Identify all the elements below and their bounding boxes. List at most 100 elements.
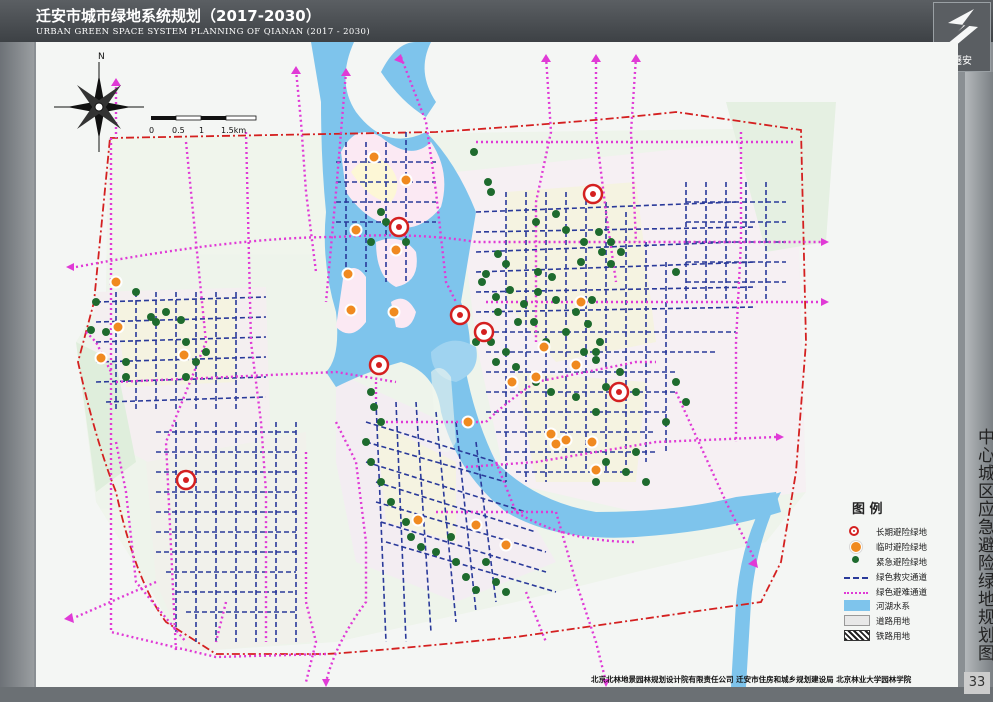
emergency-shelter-marker bbox=[602, 383, 610, 391]
page-title: 迁安市城市绿地系统规划（2017-2030） bbox=[36, 7, 321, 25]
legend-row-rail: 铁路用地 bbox=[844, 629, 956, 644]
legend-label-water: 河湖水系 bbox=[876, 602, 911, 613]
map-legend: 图 例 长期避险绿地 临时避险绿地 紧急避险绿地 绿色救灾通道 绿色避难通道 河… bbox=[844, 498, 956, 643]
emergency-shelter-marker bbox=[580, 238, 588, 246]
legend-label-temporary: 临时避险绿地 bbox=[876, 543, 928, 554]
emergency-shelter-marker bbox=[487, 188, 495, 196]
temporary-shelter-marker bbox=[344, 303, 358, 317]
emergency-shelter-marker bbox=[478, 278, 486, 286]
map-side-title: 中心城区应急避险绿地规划图 bbox=[974, 428, 993, 662]
emergency-shelter-marker bbox=[602, 458, 610, 466]
temporary-shelter-marker bbox=[389, 243, 403, 257]
temporary-shelter-marker bbox=[469, 518, 483, 532]
legend-row-emergency: 紧急避险绿地 bbox=[844, 555, 956, 570]
emergency-shelter-marker bbox=[377, 478, 385, 486]
temporary-shelter-marker bbox=[111, 320, 125, 334]
scale-tick-2: 1 bbox=[199, 126, 204, 135]
scale-tick-3: 1.5km bbox=[221, 126, 246, 135]
long-term-shelter-marker bbox=[582, 183, 604, 205]
emergency-shelter-marker bbox=[362, 438, 370, 446]
emergency-shelter-marker bbox=[494, 308, 502, 316]
emergency-shelter-marker bbox=[202, 348, 210, 356]
temporary-shelter-marker bbox=[341, 267, 355, 281]
emergency-shelter-marker bbox=[452, 558, 460, 566]
temporary-shelter-marker bbox=[569, 358, 583, 372]
legend-label-rescue: 绿色救灾通道 bbox=[876, 572, 928, 583]
emergency-shelter-marker bbox=[367, 388, 375, 396]
emergency-shelter-marker bbox=[682, 398, 690, 406]
temporary-shelter-marker bbox=[177, 348, 191, 362]
water-swatch bbox=[844, 600, 870, 612]
emergency-shelter-marker bbox=[482, 558, 490, 566]
emergency-shelter-marker bbox=[502, 348, 510, 356]
emergency-shelter-icon bbox=[852, 555, 859, 563]
legend-label-emergency: 紧急避险绿地 bbox=[876, 557, 928, 568]
left-decor-strip bbox=[0, 42, 34, 687]
emergency-shelter-marker bbox=[547, 388, 555, 396]
emergency-shelter-marker bbox=[552, 296, 560, 304]
page-number: 33 bbox=[964, 672, 990, 694]
long-term-shelter-marker bbox=[175, 469, 197, 491]
emergency-shelter-marker bbox=[662, 418, 670, 426]
temporary-shelter-marker bbox=[367, 150, 381, 164]
emergency-shelter-marker bbox=[407, 533, 415, 541]
temporary-shelter-marker bbox=[559, 433, 573, 447]
emergency-shelter-marker bbox=[607, 260, 615, 268]
legend-label-evacuation: 绿色避难通道 bbox=[876, 587, 928, 598]
emergency-shelter-marker bbox=[482, 270, 490, 278]
emergency-shelter-marker bbox=[502, 588, 510, 596]
emergency-shelter-marker bbox=[502, 260, 510, 268]
emergency-shelter-marker bbox=[632, 448, 640, 456]
emergency-shelter-marker bbox=[592, 478, 600, 486]
long-term-shelter-marker bbox=[449, 304, 471, 326]
evacuation-route-line bbox=[844, 591, 868, 594]
legend-row-water: 河湖水系 bbox=[844, 599, 956, 614]
temporary-shelter-marker bbox=[387, 305, 401, 319]
emergency-shelter-marker bbox=[494, 250, 502, 258]
emergency-shelter-marker bbox=[87, 326, 95, 334]
emergency-shelter-marker bbox=[470, 148, 478, 156]
road-swatch bbox=[844, 615, 870, 627]
emergency-shelter-marker bbox=[492, 358, 500, 366]
emergency-shelter-marker bbox=[447, 533, 455, 541]
legend-label-rail: 铁路用地 bbox=[876, 631, 911, 642]
temporary-shelter-marker bbox=[529, 370, 543, 384]
emergency-shelter-marker bbox=[520, 300, 528, 308]
emergency-shelter-marker bbox=[132, 288, 140, 296]
emergency-shelter-marker bbox=[592, 408, 600, 416]
emergency-shelter-marker bbox=[532, 218, 540, 226]
emergency-shelter-marker bbox=[377, 208, 385, 216]
emergency-shelter-marker bbox=[530, 318, 538, 326]
emergency-shelter-marker bbox=[534, 268, 542, 276]
emergency-shelter-marker bbox=[462, 573, 470, 581]
legend-label-long-term: 长期避险绿地 bbox=[876, 528, 928, 539]
emergency-shelter-marker bbox=[622, 468, 630, 476]
emergency-shelter-marker bbox=[377, 418, 385, 426]
emergency-shelter-marker bbox=[492, 293, 500, 301]
long-term-shelter-marker bbox=[388, 216, 410, 238]
emergency-shelter-marker bbox=[577, 258, 585, 266]
emergency-shelter-marker bbox=[642, 478, 650, 486]
emergency-shelter-marker bbox=[632, 388, 640, 396]
long-term-shelter-marker bbox=[473, 321, 495, 343]
temporary-shelter-marker bbox=[544, 427, 558, 441]
emergency-shelter-marker bbox=[162, 308, 170, 316]
legend-row-evacuation: 绿色避难通道 bbox=[844, 584, 956, 599]
north-label: N bbox=[98, 52, 105, 62]
emergency-shelter-marker bbox=[580, 348, 588, 356]
emergency-shelter-marker bbox=[572, 308, 580, 316]
emergency-shelter-marker bbox=[417, 543, 425, 551]
emergency-shelter-marker bbox=[367, 238, 375, 246]
temporary-shelter-marker bbox=[585, 435, 599, 449]
emergency-shelter-marker bbox=[552, 210, 560, 218]
emergency-shelter-marker bbox=[598, 248, 606, 256]
map-canvas[interactable]: N 0 0.5 1 1.5km bbox=[36, 42, 958, 687]
long-term-shelter-icon bbox=[849, 526, 859, 537]
temporary-shelter-marker bbox=[109, 275, 123, 289]
emergency-shelter-marker bbox=[182, 373, 190, 381]
footer-bar bbox=[0, 687, 993, 702]
emergency-shelter-marker bbox=[402, 238, 410, 246]
emergency-shelter-marker bbox=[562, 328, 570, 336]
emergency-shelter-marker bbox=[572, 393, 580, 401]
temporary-shelter-marker bbox=[499, 538, 513, 552]
